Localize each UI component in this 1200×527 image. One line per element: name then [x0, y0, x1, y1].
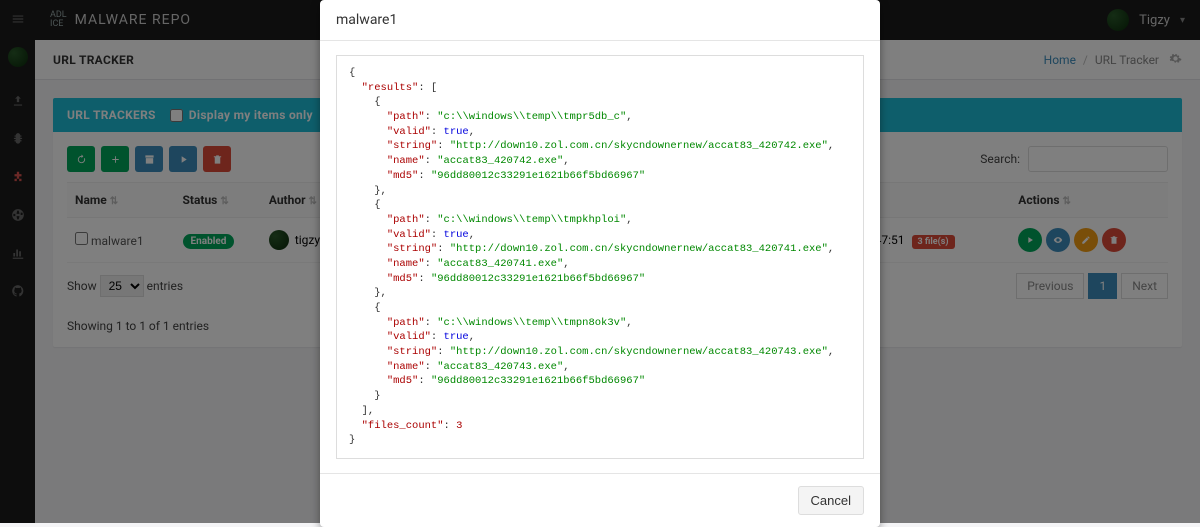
json-output: { "results": [ { "path": "c:\\windows\\t… [336, 55, 864, 459]
modal: malware1 { "results": [ { "path": "c:\\w… [320, 0, 880, 527]
modal-title: malware1 [320, 0, 880, 41]
cancel-button[interactable]: Cancel [798, 486, 864, 515]
